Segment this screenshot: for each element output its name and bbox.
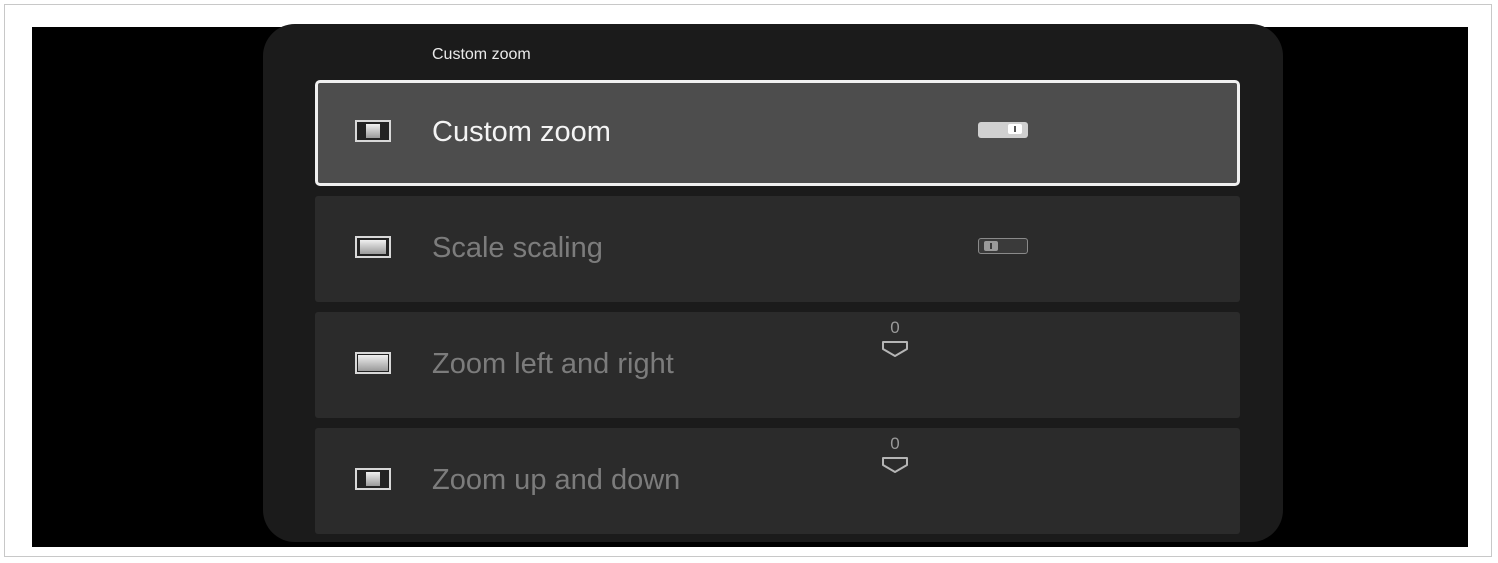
slider-marker-icon[interactable] [881,340,909,358]
slider-value: 0 [890,318,900,337]
slider-marker-icon[interactable] [881,456,909,474]
menu-item-custom-zoom[interactable]: Custom zoom [315,80,1240,186]
menu-item-label: Zoom up and down [432,464,681,496]
menu-item-label: Scale scaling [432,232,603,264]
zoom-square-icon [355,468,391,490]
scale-wide-icon [355,236,391,258]
panel-title: Custom zoom [432,46,531,63]
menu-item-zoom-up-down[interactable]: Zoom up and down 0 [315,428,1240,534]
zoom-square-icon [355,120,391,142]
custom-zoom-toggle[interactable] [978,122,1028,138]
menu-item-label: Zoom left and right [432,348,674,380]
menu-item-label: Custom zoom [432,116,611,148]
zoom-full-icon [355,352,391,374]
menu-item-zoom-left-right[interactable]: Zoom left and right 0 [315,312,1240,418]
scale-scaling-toggle[interactable] [978,238,1028,254]
menu-item-scale-scaling[interactable]: Scale scaling [315,196,1240,302]
slider-value: 0 [890,434,900,453]
